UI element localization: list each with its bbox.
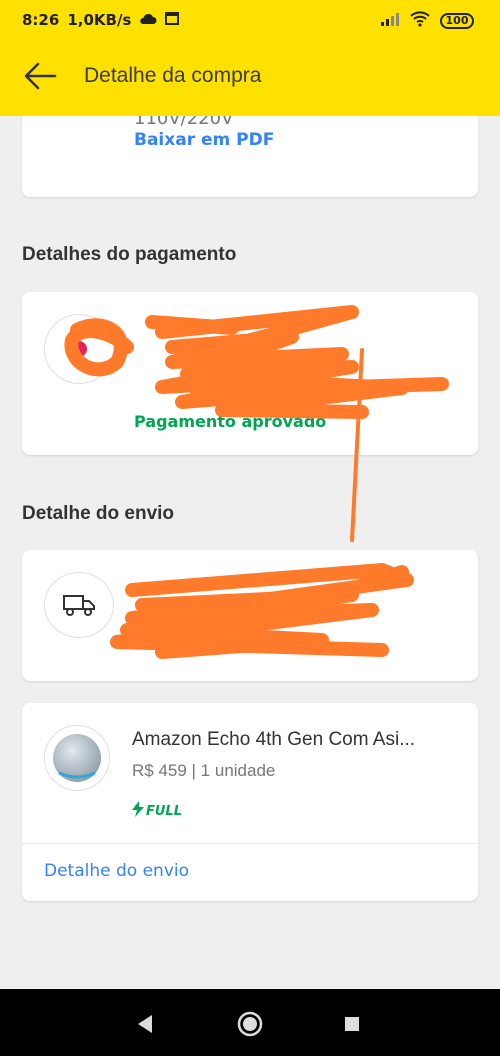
nav-recent-button[interactable] [337,1009,367,1039]
product-info-card: 110V/220V Baixar em PDF [22,116,478,197]
status-time: 8:26 [22,11,60,29]
status-speed: 1,0KB/s [67,11,132,29]
payment-card[interactable]: Pagamento aprovado [22,292,478,542]
product-thumbnail [44,725,110,791]
payment-method-icon [44,314,114,384]
shipping-detail-link[interactable]: Detalhe do envio [44,861,189,881]
product-title: Amazon Echo 4th Gen Com Asi... [132,729,416,750]
truck-icon [44,572,114,638]
status-right: 100 [380,11,474,31]
status-bar: 8:26 1,0KB/s 100 [0,0,500,40]
nav-home-button[interactable] [235,1009,265,1039]
cloud-icon [139,11,157,29]
nav-back-button[interactable] [130,1009,160,1039]
battery-indicator: 100 [440,13,474,29]
triangle-back-icon [138,1015,152,1033]
payment-status: Pagamento aprovado [134,412,327,431]
status-left: 8:26 1,0KB/s [22,11,180,29]
full-badge-label: FULL [146,803,183,819]
square-recent-icon [345,1017,359,1031]
wifi-icon [410,11,430,31]
back-button[interactable] [20,60,60,96]
signal-icon [380,12,400,30]
content[interactable]: 110V/220V Baixar em PDF Detalhes do paga… [0,116,500,989]
product-card[interactable]: Amazon Echo 4th Gen Com Asi... R$ 459 | … [22,703,478,901]
shipping-section-title: Detalhe do envio [22,503,175,524]
full-badge: FULL [132,801,182,821]
bolt-icon [132,801,144,821]
voltage-text: 110V/220V [134,116,234,129]
payment-section-title: Detalhes do pagamento [22,244,237,265]
calendar-icon [165,11,180,29]
echo-speaker-icon [53,734,101,782]
download-pdf-link[interactable]: Baixar em PDF [134,130,274,150]
android-nav-bar [0,989,500,1056]
arrow-left-icon [23,62,57,94]
home-circle-icon [237,1011,263,1037]
divider [22,843,478,844]
page-title: Detalhe da compra [84,64,262,87]
app-header: Detalhe da compra [0,40,500,116]
shipping-card[interactable] [22,550,478,681]
product-price-qty: R$ 459 | 1 unidade [132,761,276,780]
